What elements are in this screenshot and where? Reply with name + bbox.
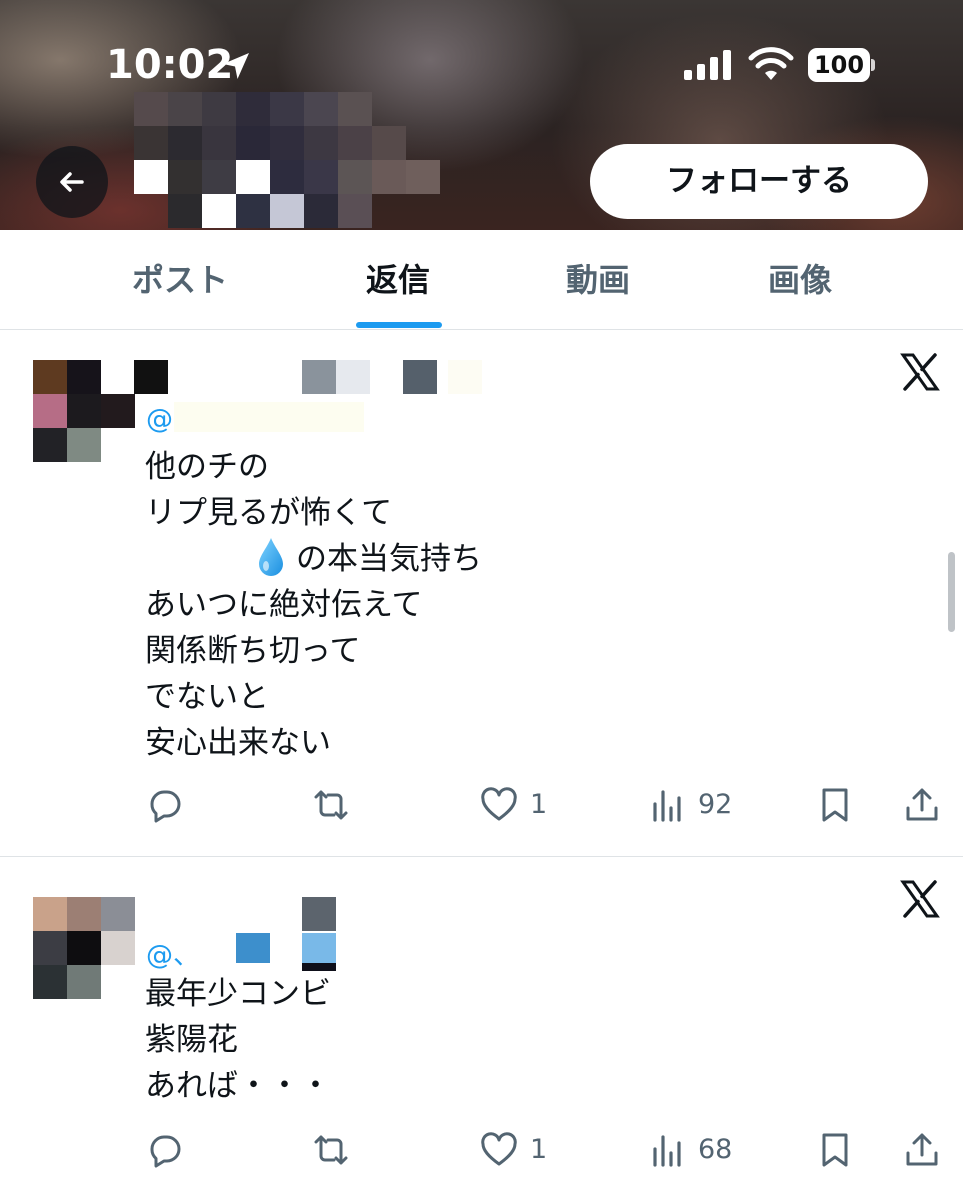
battery-level: 100 [813,51,865,79]
tweet-handle[interactable]: @、 [146,933,200,972]
reply-icon [150,1135,181,1168]
reply-button[interactable] [146,1127,190,1173]
redacted-profile-name [134,92,484,230]
like-button[interactable]: 1 [480,1127,560,1173]
share-button[interactable] [903,782,941,828]
redacted-display-name [302,897,336,931]
tweet-actions: 1 92 [0,782,963,828]
repost-button[interactable] [312,1127,356,1173]
tweet-text-line: 最年少コンビ [145,976,331,1012]
tweet-text-line: あいつに絶対伝えて [145,587,423,623]
repost-button[interactable] [312,782,356,828]
follow-button[interactable]: フォローする [590,144,928,219]
like-count: 1 [530,1134,548,1165]
arrow-left-icon [60,172,84,192]
views-button[interactable]: 68 [650,1127,750,1173]
droplet-emoji-icon [259,538,283,576]
location-arrow-icon [223,53,249,79]
tweet-handle[interactable]: @ [146,404,173,435]
avatar[interactable] [33,360,135,462]
back-button[interactable] [36,146,108,218]
bookmark-button[interactable] [816,782,854,828]
tab-images[interactable]: 画像 [700,230,900,330]
views-chart-icon [653,790,681,822]
active-tab-indicator [356,322,442,328]
cellular-signal-icon [684,50,731,80]
profile-tabs: ポスト 返信 動画 画像 [0,230,963,330]
heart-icon [481,787,517,821]
tab-posts[interactable]: ポスト [80,230,280,330]
scrollbar[interactable] [948,552,955,632]
redacted-handle [174,402,364,432]
like-count: 1 [530,789,548,820]
profile-banner: 10:02 100 フォローする [0,0,963,230]
views-chart-icon [653,1135,681,1167]
tweet-actions: 1 68 [0,1127,963,1173]
wifi-icon [748,47,794,80]
heart-icon [481,1132,517,1166]
tweet-text-line: の本当気持ち [296,541,482,577]
view-count: 92 [698,789,733,820]
avatar[interactable] [33,897,135,999]
redacted-handle [236,933,270,963]
battery-indicator: 100 [808,48,875,82]
bookmark-button[interactable] [816,1127,854,1173]
tab-replies[interactable]: 返信 [298,230,498,330]
x-logo-icon [900,880,940,918]
share-button[interactable] [903,1127,941,1173]
share-icon [906,1133,938,1166]
tweet-card[interactable]: @ 他のチの リプ見るが怖くて の本当気持ち あいつに絶対伝えて 関係断ち切って… [0,330,963,856]
x-logo-icon [900,353,940,391]
status-time: 10:02 [106,42,234,88]
bookmark-icon [822,1133,848,1167]
tweet-text-line: 安心出来ない [145,725,331,761]
tweet-text-line: あれば・・・ [145,1068,331,1104]
tweet-text-line: 他のチの [145,449,269,485]
redacted-display-name [134,360,168,394]
repost-icon [314,1135,348,1165]
tweet-text-line: でないと [145,679,269,715]
tweet-text-line: リプ見るが怖くて [145,495,393,531]
tweet-text-line: 紫陽花 [145,1022,238,1058]
tweet-card[interactable]: @、 最年少コンビ 紫陽花 あれば・・・ 1 68 [0,857,963,1200]
tweet-text-line: 関係断ち切って [145,633,361,669]
view-count: 68 [698,1134,733,1165]
views-button[interactable]: 92 [650,782,750,828]
reply-icon [150,790,181,823]
reply-button[interactable] [146,782,190,828]
repost-icon [314,790,348,820]
tab-videos[interactable]: 動画 [498,230,698,330]
like-button[interactable]: 1 [480,782,560,828]
bookmark-icon [822,788,848,822]
share-icon [906,788,938,821]
